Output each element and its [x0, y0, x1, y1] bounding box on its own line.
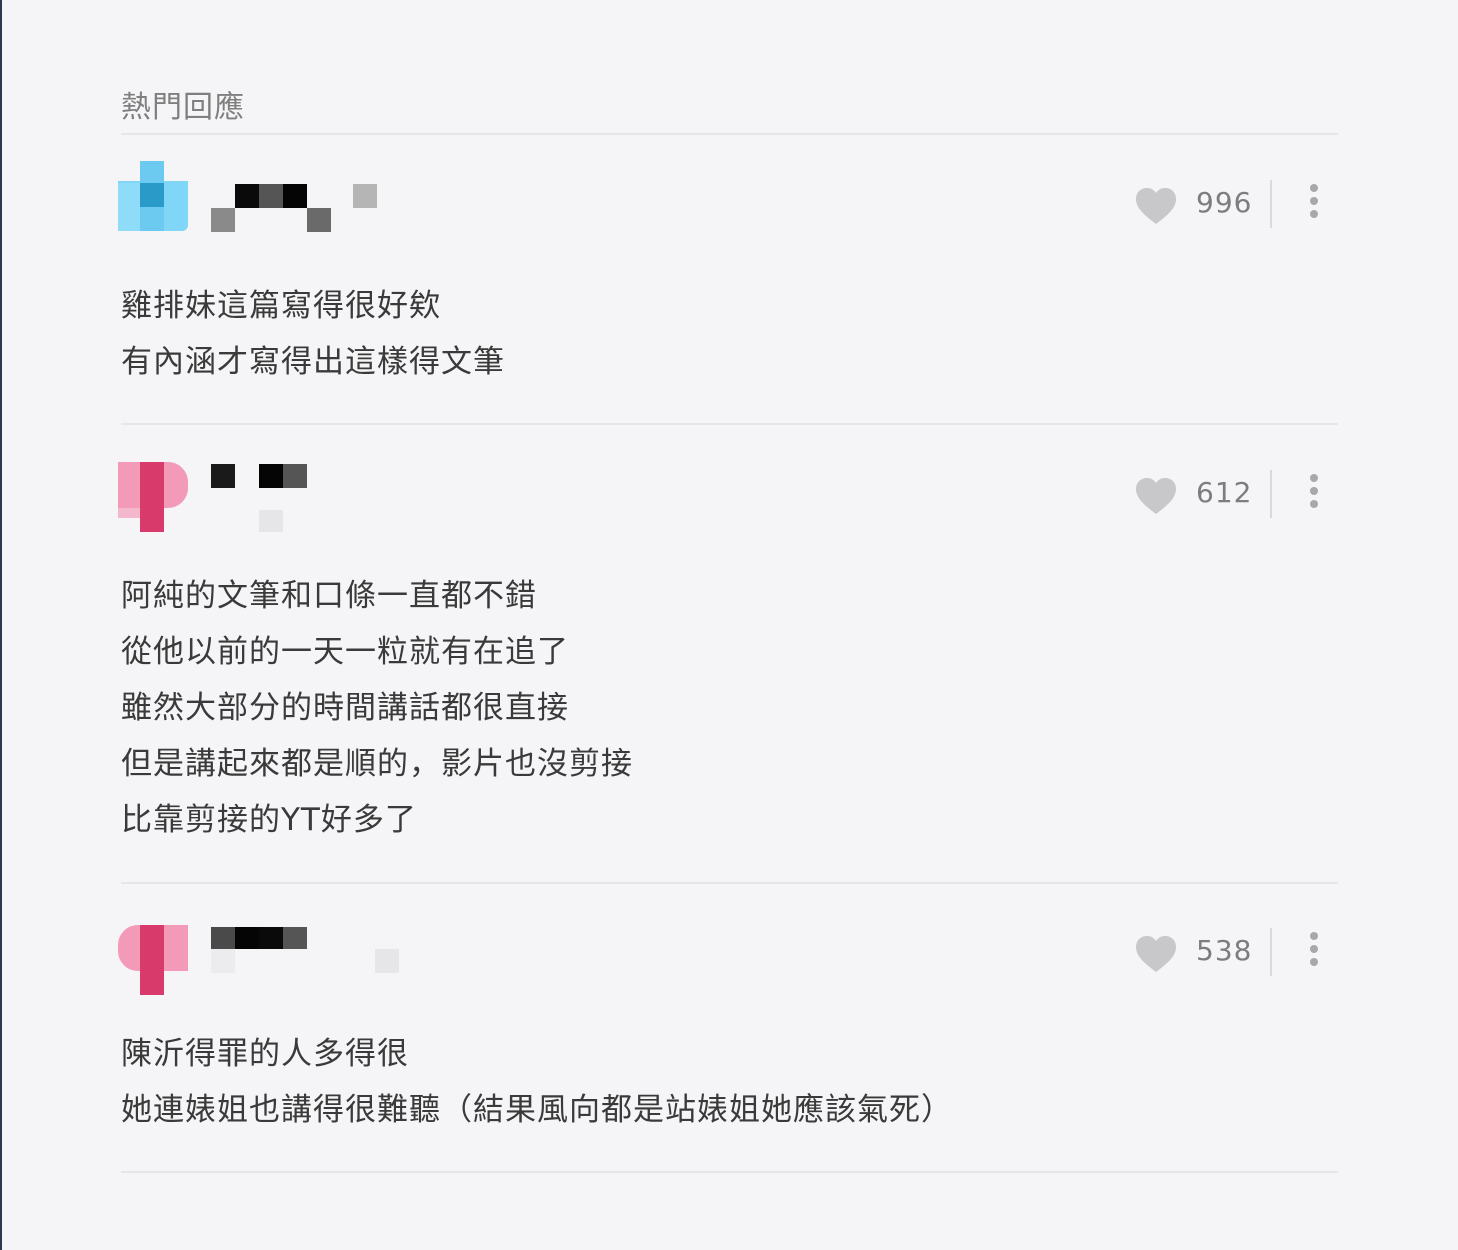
- like-count: 996: [1196, 186, 1253, 219]
- comment-divider: [121, 882, 1338, 884]
- heart-icon[interactable]: [1134, 476, 1178, 516]
- hot-comments-page: 熱門回應 996 雞排妹這篇寫得很好欸 有內涵才寫得出這樣得文筆 612 阿純的…: [0, 0, 1458, 1250]
- section-title: 熱門回應: [121, 90, 245, 125]
- comment-line: 從他以前的一天一粒就有在追了: [121, 634, 569, 670]
- comment-line: 但是講起來都是順的，影片也沒剪接: [121, 746, 633, 782]
- more-vertical-icon[interactable]: [1300, 182, 1328, 222]
- comment-body: 雞排妹這篇寫得很好欸 有內涵才寫得出這樣得文筆: [121, 278, 505, 390]
- comment-line: 雖然大部分的時間講話都很直接: [121, 690, 569, 726]
- section-divider: [121, 133, 1338, 135]
- avatar[interactable]: [118, 925, 188, 995]
- comment-line: 她連婊姐也講得很難聽（結果風向都是站婊姐她應該氣死）: [121, 1092, 953, 1128]
- comment-line: 有內涵才寫得出這樣得文筆: [121, 344, 505, 380]
- like-count: 612: [1196, 476, 1253, 509]
- author-meta-redacted: [203, 462, 423, 532]
- comment-line: 阿純的文筆和口條一直都不錯: [121, 578, 537, 614]
- comment-line: 雞排妹這篇寫得很好欸: [121, 288, 441, 324]
- comment-line: 陳沂得罪的人多得很: [121, 1036, 409, 1072]
- comment-body: 陳沂得罪的人多得很 她連婊姐也講得很難聽（結果風向都是站婊姐她應該氣死）: [121, 1026, 953, 1138]
- separator: [1270, 180, 1272, 228]
- separator: [1270, 928, 1272, 976]
- like-count: 538: [1196, 934, 1253, 967]
- heart-icon[interactable]: [1134, 934, 1178, 974]
- comment-divider: [121, 423, 1338, 425]
- comment-line: 比靠剪接的YT好多了: [121, 802, 417, 838]
- avatar[interactable]: [118, 161, 188, 231]
- more-vertical-icon[interactable]: [1300, 930, 1328, 970]
- left-edge: [0, 0, 2, 1250]
- separator: [1270, 470, 1272, 518]
- heart-icon[interactable]: [1134, 186, 1178, 226]
- comment-body: 阿純的文筆和口條一直都不錯 從他以前的一天一粒就有在追了 雖然大部分的時間講話都…: [121, 568, 633, 848]
- author-meta-redacted: [203, 925, 423, 995]
- comment-divider: [121, 1171, 1338, 1173]
- more-vertical-icon[interactable]: [1300, 472, 1328, 512]
- author-meta-redacted: [203, 172, 423, 242]
- avatar[interactable]: [118, 462, 188, 532]
